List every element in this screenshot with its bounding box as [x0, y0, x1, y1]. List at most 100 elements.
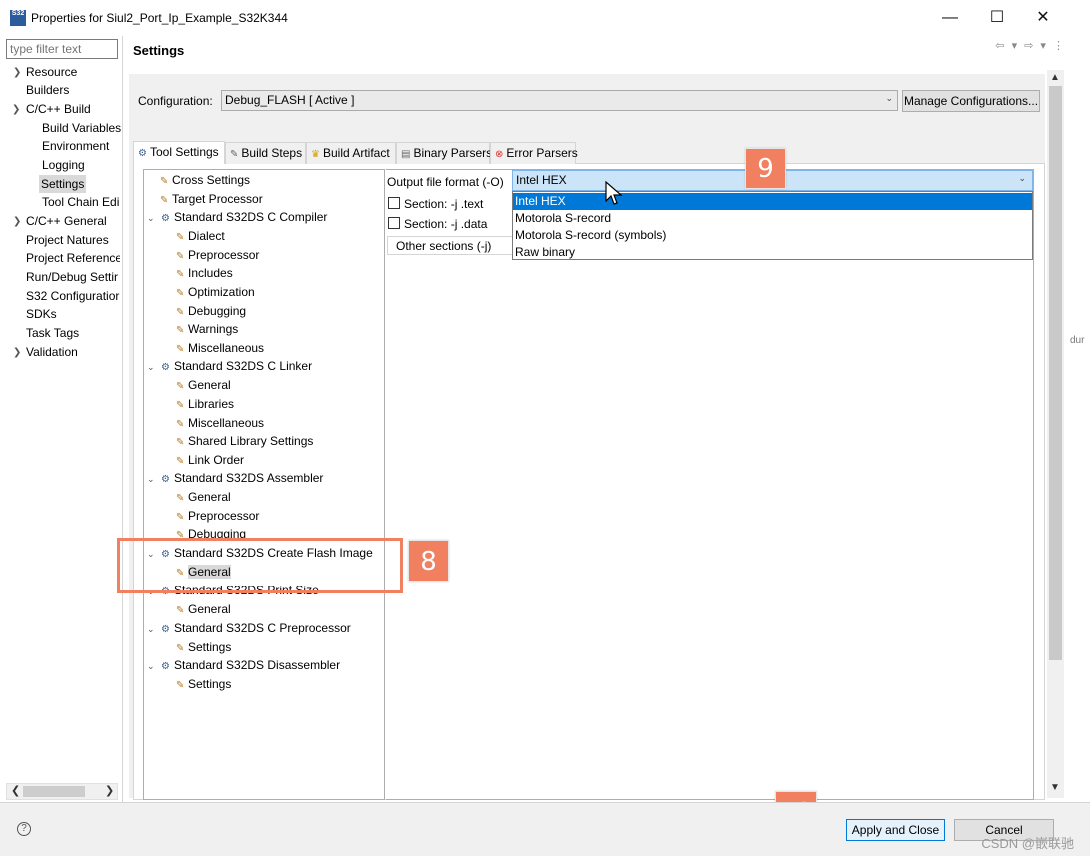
manage-configurations-button[interactable]: Manage Configurations...	[902, 90, 1040, 112]
option-pane	[386, 169, 1034, 800]
tree-item-c-preprocessor[interactable]: ⌄ ⚙ Standard S32DS C Preprocessor	[147, 619, 351, 637]
scroll-up-icon[interactable]: ▲	[1050, 72, 1060, 83]
tree-item-general[interactable]: ✎ General	[176, 600, 231, 618]
close-button[interactable]: ✕	[1031, 6, 1055, 30]
output-format-label: Output file format (-O)	[387, 175, 504, 189]
chevron-down-icon[interactable]: ⌄	[147, 620, 161, 638]
filter-input[interactable]	[6, 39, 118, 59]
option-motorola-srecord[interactable]: Motorola S-record	[513, 210, 1032, 227]
scroll-right-icon[interactable]: ❯	[105, 784, 114, 799]
tool-icon: ⚙	[161, 661, 170, 672]
configuration-value: Debug_FLASH [ Active ]	[225, 93, 355, 107]
minimize-button[interactable]: —	[938, 6, 962, 30]
tree-item-includes[interactable]: ✎ Includes	[176, 264, 233, 282]
chevron-down-icon[interactable]: ⌄	[147, 470, 161, 488]
settings-icon: ✎	[176, 232, 185, 243]
tree-item-c-compiler[interactable]: ⌄ ⚙ Standard S32DS C Compiler	[147, 208, 327, 226]
option-motorola-srecord-symbols[interactable]: Motorola S-record (symbols)	[513, 227, 1032, 244]
tree-item-preprocessor[interactable]: ✎ Preprocessor	[176, 507, 259, 525]
settings-header: Settings ⇦ ▾ ⇨ ▾ ⋮	[124, 36, 1072, 72]
tree-item-assembler[interactable]: ⌄ ⚙ Standard S32DS Assembler	[147, 469, 323, 487]
main-vertical-scrollbar[interactable]: ▲ ▼	[1047, 70, 1064, 798]
scroll-thumb[interactable]	[1049, 86, 1062, 660]
settings-icon: ✎	[160, 176, 169, 187]
tab-tool-settings[interactable]: ⚙ Tool Settings	[133, 141, 225, 164]
history-nav-icons[interactable]: ⇦ ▾ ⇨ ▾ ⋮	[995, 39, 1066, 52]
tab-build-steps[interactable]: ✎ Build Steps	[225, 142, 306, 164]
tab-label: Build Artifact	[322, 146, 390, 160]
tree-item-settings[interactable]: ✎ Settings	[176, 675, 231, 693]
tab-error-parsers[interactable]: ⊗ Error Parsers	[490, 142, 578, 164]
maximize-button[interactable]: ☐	[985, 6, 1009, 30]
nav-item-cpp-general[interactable]: C/C++ General	[26, 212, 107, 230]
left-horizontal-scrollbar[interactable]: ❮ ❯	[6, 783, 118, 800]
nav-item-cpp-build[interactable]: C/C++ Build	[26, 100, 91, 118]
tool-icon: ⚙	[161, 362, 170, 373]
binary-icon: ▤	[401, 149, 411, 160]
tab-binary-parsers[interactable]: ▤ Binary Parsers	[396, 142, 493, 164]
option-raw-binary[interactable]: Raw binary	[513, 244, 1032, 261]
nav-item-sdks[interactable]: SDKs	[26, 305, 57, 323]
section-data-checkbox[interactable]	[388, 217, 400, 229]
nav-item-resource[interactable]: Resource	[26, 63, 77, 81]
other-sections-header[interactable]: Other sections (-j)	[387, 236, 517, 255]
callout-9: 9	[745, 148, 786, 189]
tree-item-miscellaneous[interactable]: ✎ Miscellaneous	[176, 339, 264, 357]
nav-item-run-debug-settings[interactable]: Run/Debug Settir	[26, 268, 120, 286]
help-icon[interactable]: ?	[17, 822, 31, 836]
nav-item-task-tags[interactable]: Task Tags	[26, 324, 79, 342]
tree-item-optimization[interactable]: ✎ Optimization	[176, 283, 255, 301]
tree-item-warnings[interactable]: ✎ Warnings	[176, 320, 238, 338]
nav-item-tool-chain-editor[interactable]: Tool Chain Edi	[42, 193, 120, 211]
watermark: CSDN @嵌联驰	[981, 836, 1074, 851]
nav-item-builders[interactable]: Builders	[26, 81, 69, 99]
tool-icon: ⚙	[161, 213, 170, 224]
tab-build-artifact[interactable]: ♛ Build Artifact	[306, 142, 396, 164]
tree-item-target-processor[interactable]: ✎ Target Processor	[160, 190, 263, 208]
tree-item-preprocessor[interactable]: ✎ Preprocessor	[176, 246, 259, 264]
chevron-down-icon[interactable]: ⌄	[147, 657, 161, 675]
nav-item-project-natures[interactable]: Project Natures	[26, 231, 109, 249]
chevron-right-icon[interactable]: ❯	[13, 216, 21, 227]
settings-icon: ✎	[176, 269, 185, 280]
nav-item-validation[interactable]: Validation	[26, 343, 78, 361]
chevron-down-icon[interactable]: ⌄	[147, 209, 161, 227]
nav-item-s32-configuration[interactable]: S32 Configuratior	[26, 287, 120, 305]
tree-item-dialect[interactable]: ✎ Dialect	[176, 227, 225, 245]
chevron-right-icon[interactable]: ❯	[13, 67, 21, 78]
nav-item-settings[interactable]: Settings	[39, 175, 87, 193]
tree-item-debugging[interactable]: ✎ Debugging	[176, 302, 246, 320]
tree-item-miscellaneous[interactable]: ✎ Miscellaneous	[176, 414, 264, 432]
nav-item-logging[interactable]: Logging	[42, 156, 85, 174]
tree-item-c-linker[interactable]: ⌄ ⚙ Standard S32DS C Linker	[147, 357, 312, 375]
chevron-right-icon[interactable]: ❯	[13, 347, 21, 358]
nav-item-environment[interactable]: Environment	[42, 137, 109, 155]
tree-item-debugging[interactable]: ✎ Debugging	[176, 525, 246, 539]
scroll-left-icon[interactable]: ❮	[11, 784, 20, 799]
scroll-thumb[interactable]	[23, 786, 85, 797]
section-text-checkbox[interactable]	[388, 197, 400, 209]
nav-item-project-references[interactable]: Project Reference:	[26, 249, 120, 267]
output-format-dropdown-list: Intel HEX Motorola S-record Motorola S-r…	[512, 191, 1033, 260]
scroll-down-icon[interactable]: ▼	[1050, 782, 1060, 793]
nav-item-build-variables[interactable]: Build Variables	[42, 119, 121, 137]
apply-and-close-button[interactable]: Apply and Close	[846, 819, 945, 841]
settings-icon: ✎	[176, 325, 185, 336]
tree-item-link-order[interactable]: ✎ Link Order	[176, 451, 244, 469]
tree-item-libraries[interactable]: ✎ Libraries	[176, 395, 234, 413]
tree-item-general[interactable]: ✎ General	[176, 488, 231, 506]
tree-item-disassembler[interactable]: ⌄ ⚙ Standard S32DS Disassembler	[147, 656, 340, 674]
tree-item-cross-settings[interactable]: ✎ Cross Settings	[160, 171, 250, 189]
option-intel-hex[interactable]: Intel HEX	[513, 193, 1032, 210]
chevron-down-icon[interactable]: ❯	[12, 104, 20, 115]
tree-item-settings[interactable]: ✎ Settings	[176, 638, 231, 656]
tab-label: Binary Parsers	[413, 146, 493, 160]
tree-item-shared-library-settings[interactable]: ✎ Shared Library Settings	[176, 432, 313, 450]
chevron-down-icon: ⌄	[1018, 173, 1026, 183]
settings-icon: ✎	[176, 288, 185, 299]
tree-item-general[interactable]: ✎ General	[176, 376, 231, 394]
tab-label: Build Steps	[241, 146, 303, 160]
highlight-frame	[117, 538, 403, 593]
chevron-down-icon[interactable]: ⌄	[147, 358, 161, 376]
configuration-select[interactable]: Debug_FLASH [ Active ] ⌄	[221, 90, 898, 111]
